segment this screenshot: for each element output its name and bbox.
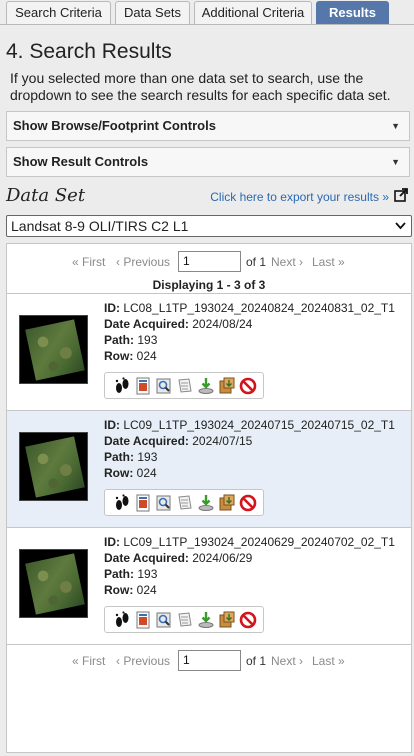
date-acquired-value: 2024/06/29 [192, 551, 253, 565]
result-row: ID: LC08_L1TP_193024_20240824_20240831_0… [7, 293, 411, 410]
browse-thumbnail[interactable] [19, 432, 88, 501]
footprint-icon[interactable] [113, 611, 131, 629]
pager-bottom: « First ‹ Previous 1 of 1 Next › Last » [7, 650, 411, 672]
result-metadata: ID: LC09_L1TP_193024_20240715_20240715_0… [104, 417, 395, 481]
data-set-selected-value: Landsat 8-9 OLI/TIRS C2 L1 [11, 218, 189, 234]
pager-first-link[interactable]: « First [72, 255, 105, 269]
footprint-icon[interactable] [113, 494, 131, 512]
compare-browse-icon[interactable] [176, 611, 194, 629]
add-to-bulk-download-icon[interactable] [218, 611, 236, 629]
tab-divider [0, 24, 414, 25]
show-metadata-icon[interactable] [155, 377, 173, 395]
result-metadata: ID: LC08_L1TP_193024_20240824_20240831_0… [104, 300, 395, 364]
path-value: 193 [137, 567, 158, 581]
add-to-bulk-download-icon[interactable] [218, 377, 236, 395]
page-number-input[interactable]: 1 [178, 650, 241, 671]
entity-id: LC08_L1TP_193024_20240824_20240831_02_T1 [123, 301, 395, 315]
browse-footprint-controls-label: Show Browse/Footprint Controls [13, 118, 216, 133]
download-options-icon[interactable] [197, 377, 215, 395]
result-controls-toggle[interactable]: Show Result Controls ▼ [6, 147, 410, 177]
pager-of-label: of 1 [246, 654, 267, 668]
results-divider [7, 644, 411, 645]
tab-bar: Search Criteria Data Sets Additional Cri… [0, 0, 414, 25]
id-label: ID: [104, 535, 120, 549]
pager-top: « First ‹ Previous 1 of 1 Next › Last » [7, 251, 411, 273]
pager-previous-link[interactable]: ‹ Previous [116, 255, 170, 269]
entity-id: LC09_L1TP_193024_20240629_20240702_02_T1 [123, 535, 395, 549]
download-options-icon[interactable] [197, 494, 215, 512]
external-link-icon[interactable] [394, 188, 408, 202]
path-value: 193 [137, 333, 158, 347]
tab-results[interactable]: Results [316, 1, 389, 25]
page-title: 4. Search Results [6, 40, 172, 63]
id-label: ID: [104, 301, 120, 315]
date-acquired-label: Date Acquired: [104, 434, 189, 448]
result-actions [104, 372, 264, 399]
chevron-down-icon [395, 222, 406, 230]
row-label: Row: [104, 583, 134, 597]
data-set-label: Data Set [6, 185, 86, 206]
browse-overlay-icon[interactable] [134, 611, 152, 629]
path-label: Path: [104, 450, 134, 464]
results-panel: « First ‹ Previous 1 of 1 Next › Last » … [6, 243, 412, 753]
result-actions [104, 489, 264, 516]
add-to-bulk-download-icon[interactable] [218, 494, 236, 512]
data-set-dropdown[interactable]: Landsat 8-9 OLI/TIRS C2 L1 [6, 215, 412, 237]
entity-id: LC09_L1TP_193024_20240715_20240715_02_T1 [123, 418, 395, 432]
exclude-scene-icon[interactable] [239, 494, 257, 512]
download-options-icon[interactable] [197, 611, 215, 629]
browse-overlay-icon[interactable] [134, 494, 152, 512]
displaying-count: Displaying 1 - 3 of 3 [152, 278, 266, 292]
browse-thumbnail[interactable] [19, 315, 88, 384]
row-value: 024 [136, 349, 157, 363]
path-value: 193 [137, 450, 158, 464]
browse-overlay-icon[interactable] [134, 377, 152, 395]
page-number-input[interactable]: 1 [178, 251, 241, 272]
date-acquired-value: 2024/07/15 [192, 434, 253, 448]
path-label: Path: [104, 567, 134, 581]
date-acquired-label: Date Acquired: [104, 317, 189, 331]
compare-browse-icon[interactable] [176, 494, 194, 512]
exclude-scene-icon[interactable] [239, 611, 257, 629]
page-description: If you selected more than one data set t… [10, 70, 391, 103]
pager-next-link[interactable]: Next › [271, 654, 303, 668]
pager-previous-link[interactable]: ‹ Previous [116, 654, 170, 668]
row-value: 024 [136, 466, 157, 480]
row-label: Row: [104, 466, 134, 480]
show-metadata-icon[interactable] [155, 611, 173, 629]
compare-browse-icon[interactable] [176, 377, 194, 395]
date-acquired-value: 2024/08/24 [192, 317, 253, 331]
exclude-scene-icon[interactable] [239, 377, 257, 395]
pager-next-link[interactable]: Next › [271, 255, 303, 269]
footprint-icon[interactable] [113, 377, 131, 395]
result-metadata: ID: LC09_L1TP_193024_20240629_20240702_0… [104, 534, 395, 598]
tab-data-sets[interactable]: Data Sets [115, 1, 190, 25]
export-results-link[interactable]: Click here to export your results » [210, 190, 389, 204]
path-label: Path: [104, 333, 134, 347]
pager-last-link[interactable]: Last » [312, 255, 345, 269]
chevron-down-icon: ▼ [391, 157, 400, 167]
row-label: Row: [104, 349, 134, 363]
date-acquired-label: Date Acquired: [104, 551, 189, 565]
browse-footprint-controls-toggle[interactable]: Show Browse/Footprint Controls ▼ [6, 111, 410, 141]
result-actions [104, 606, 264, 633]
chevron-down-icon: ▼ [391, 121, 400, 131]
pager-first-link[interactable]: « First [72, 654, 105, 668]
pager-last-link[interactable]: Last » [312, 654, 345, 668]
result-row: ID: LC09_L1TP_193024_20240715_20240715_0… [7, 410, 411, 527]
show-metadata-icon[interactable] [155, 494, 173, 512]
result-controls-label: Show Result Controls [13, 154, 149, 169]
result-row: ID: LC09_L1TP_193024_20240629_20240702_0… [7, 527, 411, 644]
tab-additional-criteria[interactable]: Additional Criteria [194, 1, 312, 25]
row-value: 024 [136, 583, 157, 597]
tab-search-criteria[interactable]: Search Criteria [6, 1, 111, 25]
pager-of-label: of 1 [246, 255, 267, 269]
browse-thumbnail[interactable] [19, 549, 88, 618]
id-label: ID: [104, 418, 120, 432]
